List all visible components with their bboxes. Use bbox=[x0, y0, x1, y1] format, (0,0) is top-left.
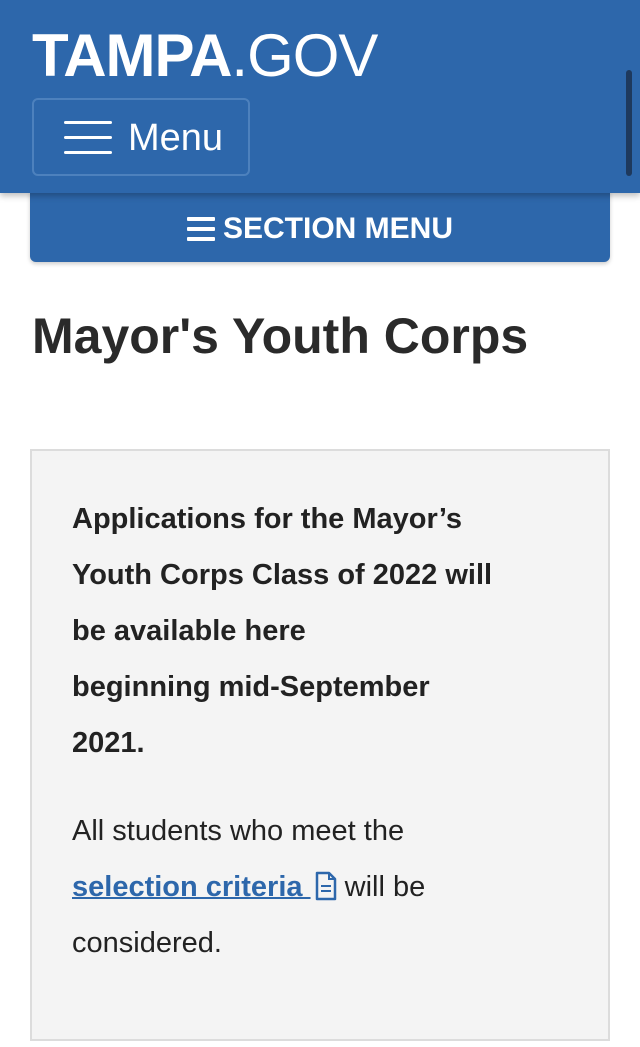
selection-criteria-link-text: selection criteria bbox=[72, 871, 303, 903]
announcement-line: be available here bbox=[72, 615, 306, 647]
logo-text-bold: TAMPA bbox=[32, 22, 232, 89]
section-menu-button[interactable]: SECTION MENU bbox=[30, 190, 610, 262]
tampa-gov-logo[interactable]: TAMPA.GOV bbox=[32, 22, 378, 89]
logo-text-light: .GOV bbox=[231, 22, 378, 89]
menu-button[interactable]: Menu bbox=[32, 98, 250, 176]
selection-criteria-link[interactable]: selection criteria bbox=[72, 871, 337, 903]
announcement-panel: Applications for the Mayor’s Youth Corps… bbox=[30, 449, 610, 1041]
scrollbar[interactable] bbox=[626, 70, 632, 176]
criteria-line: All students who meet the bbox=[72, 815, 405, 847]
criteria-text-after-link: will be bbox=[344, 871, 426, 903]
criteria-text: All students who meet the selection crit… bbox=[72, 803, 572, 971]
announcement-line: 2021. bbox=[72, 727, 145, 759]
criteria-line: considered. bbox=[72, 927, 222, 959]
menu-button-label: Menu bbox=[128, 117, 224, 159]
hamburger-icon bbox=[186, 217, 215, 241]
announcement-text: Applications for the Mayor’s Youth Corps… bbox=[72, 491, 572, 771]
document-icon bbox=[315, 864, 337, 901]
announcement-line: Applications for the Mayor’s bbox=[72, 503, 462, 535]
page-title: Mayor's Youth Corps bbox=[32, 308, 529, 364]
section-menu-label: SECTION MENU bbox=[222, 212, 453, 245]
announcement-line: Youth Corps Class of 2022 will bbox=[72, 559, 493, 591]
announcement-line: beginning mid-September bbox=[72, 671, 430, 703]
site-header: TAMPA.GOV Menu bbox=[0, 0, 640, 193]
hamburger-icon bbox=[64, 118, 112, 158]
criteria-line: selection criteria will be bbox=[72, 859, 572, 915]
